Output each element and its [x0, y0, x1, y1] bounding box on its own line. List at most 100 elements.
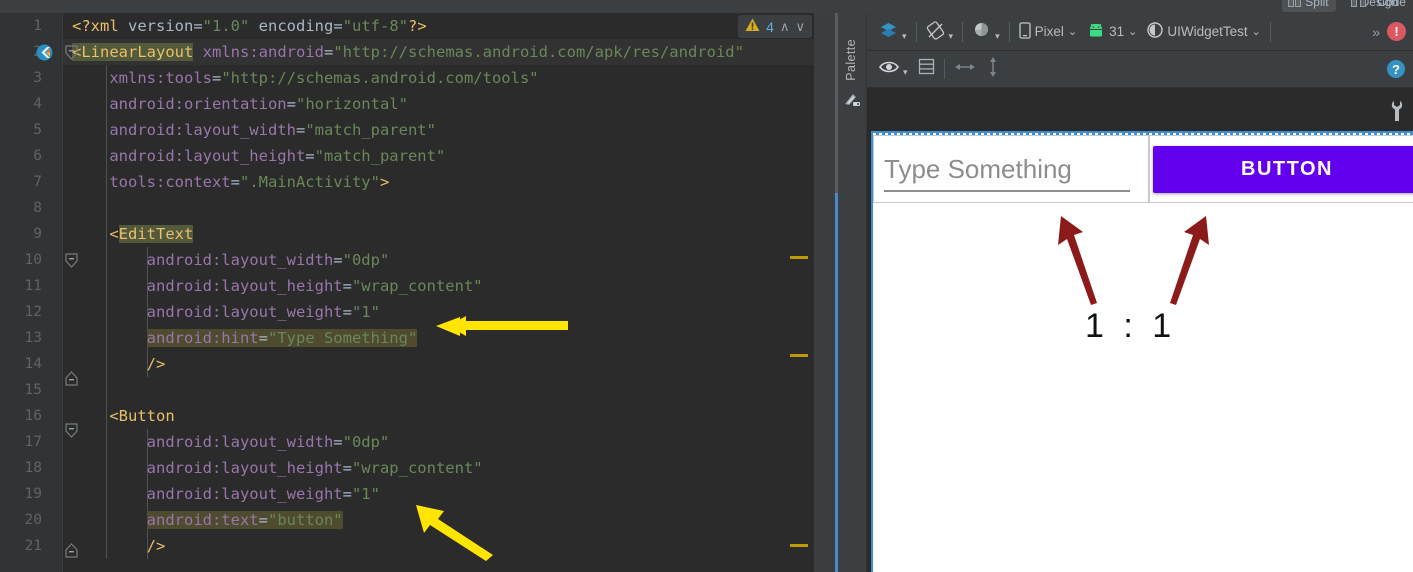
fold-marker-collapse-16[interactable]: [65, 423, 78, 438]
palette-label[interactable]: Palette: [844, 39, 858, 81]
code-text: android:layout_height="wrap_content": [72, 277, 483, 295]
code-lines[interactable]: 1 <?xml version="1.0" encoding="utf-8"?> 2…: [0, 13, 838, 572]
annotation-arrow-weight-edittext: [436, 316, 568, 336]
code-line[interactable]: 17 android:layout_width="0dp": [0, 429, 838, 455]
code-line[interactable]: 8: [0, 195, 838, 221]
chevron-down-icon[interactable]: ⌄: [1068, 25, 1077, 38]
edittext-inner: Type Something: [884, 153, 1138, 192]
device-preview[interactable]: Type Something BUTTON 1 : 1: [871, 131, 1413, 572]
api-level-selector[interactable]: 31 ⌄: [1082, 21, 1142, 43]
inspection-warnings-widget[interactable]: 4 ∧ ∨: [738, 15, 812, 38]
code-text: android:layout_weight="1": [72, 303, 380, 321]
theme-circle-icon: [1147, 22, 1164, 41]
code-mode-icon: [1360, 0, 1373, 7]
toolbar-overflow-button[interactable]: »: [1372, 24, 1387, 40]
chevron-down-icon[interactable]: ▾: [902, 31, 907, 42]
code-text: android:layout_height="wrap_content": [72, 459, 483, 477]
fold-marker-end-21[interactable]: [65, 543, 78, 558]
palette-tool-rail[interactable]: Palette: [838, 13, 867, 572]
blueprint-toggle[interactable]: [913, 55, 940, 83]
line-number: 3: [33, 70, 42, 86]
line-number: 1: [33, 18, 42, 34]
layers-icon: [879, 21, 898, 43]
code-line[interactable]: 16 <Button: [0, 403, 838, 429]
theme-button[interactable]: ▾: [967, 18, 1005, 46]
prev-warning-icon[interactable]: ∧: [780, 19, 790, 35]
view-mode-toggle-group[interactable]: Code Split Design: [1282, 0, 1406, 12]
toolbar-divider: [1269, 21, 1271, 42]
design-toolbar-secondary[interactable]: ▾ ?: [867, 51, 1413, 88]
fold-marker-collapse-2[interactable]: [65, 45, 78, 60]
code-line[interactable]: 2<LinearLayout xmlns:android="http://sch…: [0, 39, 838, 65]
help-badge[interactable]: ?: [1387, 60, 1405, 78]
code-line[interactable]: 18 android:layout_height="wrap_content": [0, 455, 838, 481]
annotation-arrow-weight-button: [416, 505, 493, 561]
chevron-down-icon[interactable]: ⌄: [1252, 25, 1261, 38]
theme-selector[interactable]: UIWidgetTest ⌄: [1142, 19, 1266, 44]
horizontal-arrows-icon: [954, 60, 976, 79]
code-line[interactable]: 6 android:layout_height="match_parent": [0, 143, 838, 169]
code-line[interactable]: 5 android:layout_width="match_parent": [0, 117, 838, 143]
design-surface[interactable]: Type Something BUTTON 1 : 1: [867, 88, 1413, 572]
code-line[interactable]: 3 xmlns:tools="http://schemas.android.co…: [0, 65, 838, 91]
code-line[interactable]: 9 <EditText: [0, 221, 838, 247]
code-line[interactable]: 15: [0, 377, 838, 403]
design-toolbar-primary[interactable]: ▾ ▾ ▾ Pixel ⌄ 31 ⌄ UIWidgetTest ⌄ » !: [867, 13, 1413, 51]
android-file-gutter-icon[interactable]: [36, 44, 53, 61]
editor-scrollbar[interactable]: [814, 13, 838, 572]
palette-icon[interactable]: [844, 91, 861, 108]
view-mode-split-label: Split: [1305, 0, 1329, 9]
view-mode-split[interactable]: Split: [1282, 0, 1336, 12]
view-mode-button[interactable]: ▾: [874, 57, 913, 82]
xml-code-editor[interactable]: 1 <?xml version="1.0" encoding="utf-8"?> 2…: [0, 13, 838, 572]
device-label: Pixel: [1034, 24, 1064, 39]
code-line[interactable]: 7 tools:context=".MainActivity">: [0, 169, 838, 195]
line-number: 8: [33, 200, 42, 216]
code-text: <EditText: [109, 225, 194, 243]
chevron-down-icon[interactable]: ⌄: [1128, 25, 1137, 38]
next-warning-icon[interactable]: ∨: [795, 19, 805, 35]
error-badge[interactable]: !: [1387, 22, 1406, 41]
code-line[interactable]: 14 />: [0, 351, 838, 377]
line-number: 9: [33, 226, 42, 242]
warning-marker[interactable]: [790, 544, 808, 547]
wrench-icon[interactable]: [1389, 100, 1405, 121]
code-line[interactable]: 11 android:layout_height="wrap_content": [0, 273, 838, 299]
rotate-orientation-icon: [926, 20, 945, 43]
toolbar-divider: [962, 21, 964, 42]
chevron-down-icon[interactable]: ▾: [995, 31, 1000, 42]
edittext-underline: [884, 189, 1130, 192]
warning-marker[interactable]: [790, 256, 808, 259]
edittext-hint: Type Something: [884, 153, 1072, 184]
orientation-button[interactable]: ▾: [921, 18, 959, 46]
view-mode-code[interactable]: Code: [1354, 0, 1413, 12]
code-line[interactable]: 10 android:layout_width="0dp": [0, 247, 838, 273]
code-text: android:layout_width="0dp": [72, 251, 390, 269]
warning-triangle-icon: [745, 18, 760, 35]
button-widget-container[interactable]: BUTTON: [1149, 135, 1413, 203]
fold-marker-end-14[interactable]: [65, 371, 78, 386]
code-text: android:text="button": [146, 511, 343, 529]
toolbar-divider: [943, 59, 945, 79]
code-line[interactable]: 1 <?xml version="1.0" encoding="utf-8"?>: [0, 13, 838, 39]
preview-button[interactable]: BUTTON: [1152, 145, 1413, 193]
fold-marker-collapse-9[interactable]: [65, 253, 78, 268]
chevron-down-icon[interactable]: ▾: [949, 31, 954, 42]
layers-button[interactable]: ▾: [874, 18, 912, 46]
code-text: android:orientation="horizontal": [72, 95, 408, 113]
toolbar-divider: [915, 21, 917, 42]
warning-marker[interactable]: [790, 354, 808, 357]
api-level-label: 31: [1109, 24, 1125, 39]
blueprint-list-icon: [918, 58, 935, 80]
chevron-down-icon[interactable]: ▾: [903, 67, 908, 78]
edittext-widget[interactable]: Type Something: [873, 135, 1149, 203]
split-mode-icon: [1288, 0, 1302, 7]
design-mode-icon: [1344, 0, 1357, 7]
line-number: 21: [24, 538, 42, 554]
device-selector[interactable]: Pixel ⌄: [1014, 19, 1082, 45]
height-constraint-button[interactable]: [981, 53, 1005, 86]
code-line[interactable]: 4 android:orientation="horizontal": [0, 91, 838, 117]
code-text: <LinearLayout xmlns:android="http://sche…: [72, 43, 744, 61]
width-constraint-button[interactable]: [949, 57, 981, 82]
code-text: />: [72, 355, 166, 373]
